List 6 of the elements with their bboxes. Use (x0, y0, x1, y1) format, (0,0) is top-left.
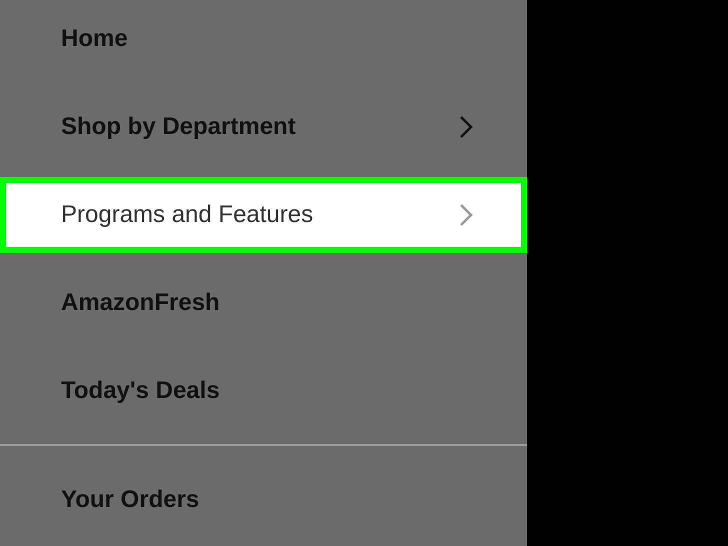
menu-item[interactable]: Shop by Department (0, 89, 527, 165)
menu-item[interactable]: Home (0, 1, 527, 77)
menu-item[interactable]: Today's Deals (0, 353, 527, 429)
menu-item[interactable]: AmazonFresh (0, 265, 527, 341)
menu-item[interactable]: Programs and Features (0, 177, 527, 253)
menu-item[interactable]: Your Orders (0, 462, 527, 538)
